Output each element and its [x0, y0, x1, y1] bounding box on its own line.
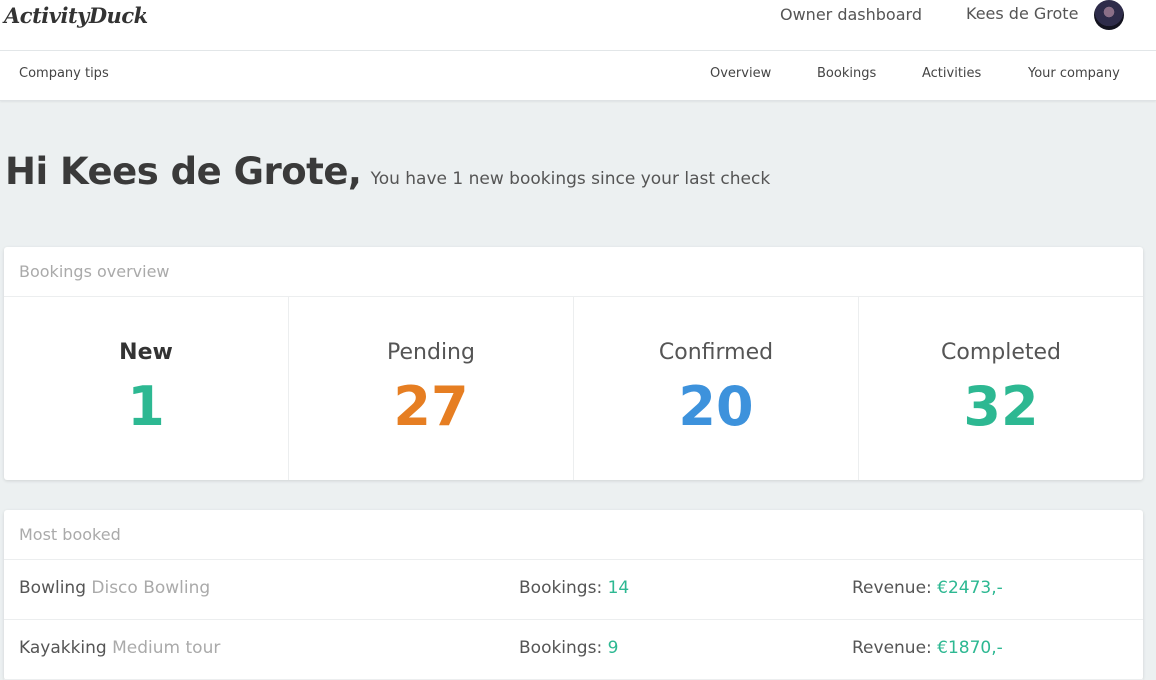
- list-item[interactable]: Bowling Disco Bowling Bookings: 14 Reven…: [4, 560, 1143, 620]
- revenue-value: €2473,-: [937, 578, 1003, 598]
- company-tips-link[interactable]: Company tips: [19, 66, 109, 81]
- card-title: Most booked: [4, 510, 1143, 560]
- activity-variant: Medium tour: [112, 638, 221, 658]
- owner-dashboard-link[interactable]: Owner dashboard: [780, 5, 922, 24]
- revenue: Revenue: €1870,-: [852, 638, 1003, 658]
- bookings-label: Bookings:: [519, 578, 603, 598]
- stat-value: 27: [393, 375, 469, 438]
- activity-name: Kayakking Medium tour: [19, 638, 220, 658]
- revenue-label: Revenue:: [852, 578, 932, 598]
- revenue-value: €1870,-: [937, 638, 1003, 658]
- activity-name: Bowling Disco Bowling: [19, 578, 210, 598]
- bookings-count: Bookings: 14: [519, 578, 629, 598]
- bookings-value: 9: [607, 638, 619, 658]
- stat-value: 1: [127, 375, 165, 438]
- bookings-value: 14: [607, 578, 630, 598]
- revenue: Revenue: €2473,-: [852, 578, 1003, 598]
- stat-value: 20: [678, 375, 754, 438]
- nav-bookings[interactable]: Bookings: [817, 66, 876, 81]
- bookings-label: Bookings:: [519, 638, 603, 658]
- card-title: Bookings overview: [4, 247, 1143, 297]
- most-booked-card: Most booked Bowling Disco Bowling Bookin…: [4, 510, 1143, 680]
- nav-overview[interactable]: Overview: [710, 66, 771, 81]
- list-item[interactable]: Kayakking Medium tour Bookings: 9 Revenu…: [4, 620, 1143, 680]
- stat-value: 32: [963, 375, 1039, 438]
- greeting-message: You have 1 new bookings since your last …: [370, 169, 771, 189]
- activity-variant: Disco Bowling: [91, 578, 211, 598]
- stat-label: Confirmed: [658, 340, 774, 365]
- stat-label: Pending: [387, 340, 475, 365]
- bookings-overview-card: Bookings overview New 1 Pending 27 Confi…: [4, 247, 1143, 480]
- activity-title: Bowling: [19, 578, 86, 598]
- stat-new[interactable]: New 1: [4, 297, 289, 480]
- greeting: Hi Kees de Grote, You have 1 new booking…: [5, 150, 770, 193]
- user-name[interactable]: Kees de Grote: [966, 4, 1078, 23]
- activity-title: Kayakking: [19, 638, 107, 658]
- avatar[interactable]: [1094, 0, 1124, 30]
- stat-pending[interactable]: Pending 27: [289, 297, 574, 480]
- stat-completed[interactable]: Completed 32: [859, 297, 1143, 480]
- nav-your-company[interactable]: Your company: [1028, 66, 1120, 81]
- sub-navigation: Company tips Overview Bookings Activitie…: [0, 51, 1156, 101]
- greeting-title: Hi Kees de Grote,: [5, 150, 362, 193]
- stat-label: Completed: [941, 340, 1061, 365]
- revenue-label: Revenue:: [852, 638, 932, 658]
- stat-label: New: [119, 340, 173, 365]
- stat-confirmed[interactable]: Confirmed 20: [574, 297, 859, 480]
- top-bar: ActivityDuck Owner dashboard Kees de Gro…: [0, 0, 1156, 51]
- logo[interactable]: ActivityDuck: [4, 3, 148, 28]
- bookings-count: Bookings: 9: [519, 638, 618, 658]
- nav-activities[interactable]: Activities: [922, 66, 981, 81]
- stats-row: New 1 Pending 27 Confirmed 20 Completed …: [4, 297, 1143, 480]
